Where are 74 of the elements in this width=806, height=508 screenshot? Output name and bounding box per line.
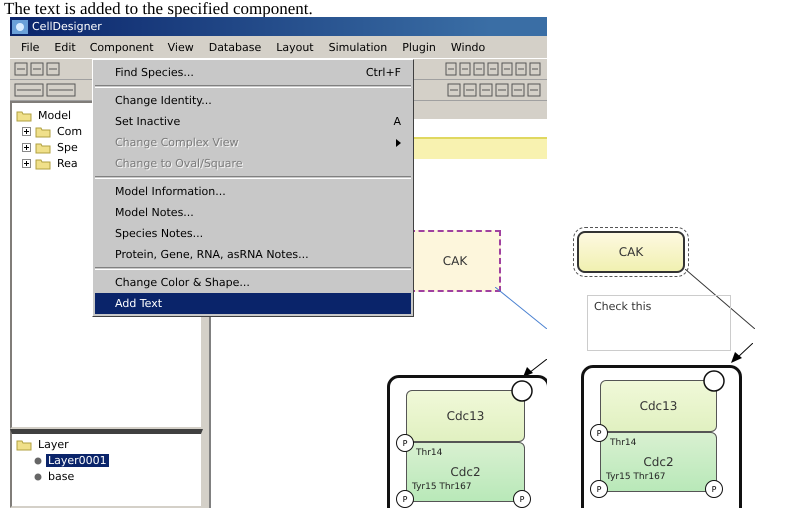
- window-title: CellDesigner: [32, 20, 102, 33]
- connector-line: [685, 269, 755, 329]
- arrow: [523, 359, 547, 377]
- menu-item[interactable]: Simulation: [322, 38, 394, 56]
- phosphorylation-mark: P: [705, 480, 723, 498]
- caption: The text is added to the specified component.: [3, 0, 314, 17]
- expand-icon[interactable]: [22, 127, 31, 136]
- arrow: [731, 343, 753, 363]
- toolbar-icon[interactable]: [511, 83, 525, 97]
- folder-icon: [16, 438, 32, 450]
- toolbar-icon[interactable]: [463, 83, 477, 97]
- menu-item[interactable]: File: [14, 38, 46, 56]
- toolbar-icon[interactable]: [459, 62, 471, 76]
- menu-item[interactable]: Database: [202, 38, 268, 56]
- menu-item[interactable]: Windo: [444, 38, 492, 56]
- toolbar-icon[interactable]: [14, 62, 28, 76]
- menu-item[interactable]: Component: [84, 38, 160, 56]
- submenu-arrow-icon: [396, 138, 401, 146]
- phosphorylation-mark: P: [396, 490, 414, 508]
- toolbar-icon[interactable]: [46, 62, 60, 76]
- phosphorylation-mark: P: [513, 490, 531, 508]
- toolbar-icon[interactable]: [495, 83, 509, 97]
- species-node: Cdc13: [406, 390, 525, 442]
- state-icon: [511, 380, 533, 402]
- toolbar-icon[interactable]: [529, 62, 541, 76]
- tree-item[interactable]: Layer: [36, 438, 71, 451]
- site-label: Thr14: [610, 438, 636, 448]
- tree-item[interactable]: Layer0001: [46, 454, 109, 467]
- species-node: Cdc13: [600, 380, 717, 432]
- phosphorylation-mark: P: [590, 480, 608, 498]
- menu-item[interactable]: Model Information...: [95, 181, 411, 202]
- tree-item[interactable]: base: [46, 470, 76, 483]
- toolbar-icon[interactable]: [14, 83, 44, 97]
- toolbar-icon[interactable]: [501, 62, 513, 76]
- site-label: Thr14: [416, 448, 442, 458]
- expand-icon[interactable]: [22, 159, 31, 168]
- toolbar-icon[interactable]: [30, 62, 44, 76]
- toolbar-icon[interactable]: [527, 83, 541, 97]
- menu-item[interactable]: Protein, Gene, RNA, asRNA Notes...: [95, 244, 411, 265]
- menu-item[interactable]: Species Notes...: [95, 223, 411, 244]
- tree-item[interactable]: Rea: [55, 157, 80, 170]
- folder-icon: [35, 158, 51, 170]
- folder-icon: [16, 110, 32, 122]
- text-note: Check this: [587, 295, 731, 351]
- connector-line: [495, 287, 547, 329]
- toolbar-icon[interactable]: [46, 83, 76, 97]
- tree-item[interactable]: Com: [55, 125, 84, 138]
- menu-item[interactable]: Edit: [47, 38, 83, 56]
- menu-item[interactable]: Plugin: [395, 38, 443, 56]
- toolbar-icon[interactable]: [479, 83, 493, 97]
- site-label: Tyr15 Thr167: [606, 472, 666, 482]
- menu-item[interactable]: View: [160, 38, 201, 56]
- phosphorylation-mark: P: [396, 434, 414, 452]
- folder-icon: [35, 142, 51, 154]
- menu-item[interactable]: Find Species... Ctrl+F: [95, 62, 411, 83]
- menu-item[interactable]: Set Inactive A: [95, 111, 411, 132]
- tree-item[interactable]: Model: [36, 109, 74, 122]
- menu-item[interactable]: Change Color & Shape...: [95, 272, 411, 293]
- toolbar-icon[interactable]: [515, 62, 527, 76]
- state-icon: [703, 370, 725, 392]
- tree-item[interactable]: Spe: [55, 141, 80, 154]
- toolbar-icon[interactable]: [447, 83, 461, 97]
- phosphorylation-mark: P: [590, 424, 608, 442]
- toolbar-icon[interactable]: [487, 62, 499, 76]
- menu-item[interactable]: Model Notes...: [95, 202, 411, 223]
- menu-item[interactable]: Add Text: [95, 293, 411, 314]
- site-label: Tyr15 Thr167: [412, 482, 472, 492]
- expand-icon[interactable]: [22, 143, 31, 152]
- menu-item[interactable]: Change Identity...: [95, 90, 411, 111]
- toolbar-icon[interactable]: [445, 62, 457, 76]
- app-icon: [12, 20, 28, 34]
- toolbar-icon[interactable]: [473, 62, 485, 76]
- menu-item[interactable]: Layout: [269, 38, 321, 56]
- folder-icon: [35, 126, 51, 138]
